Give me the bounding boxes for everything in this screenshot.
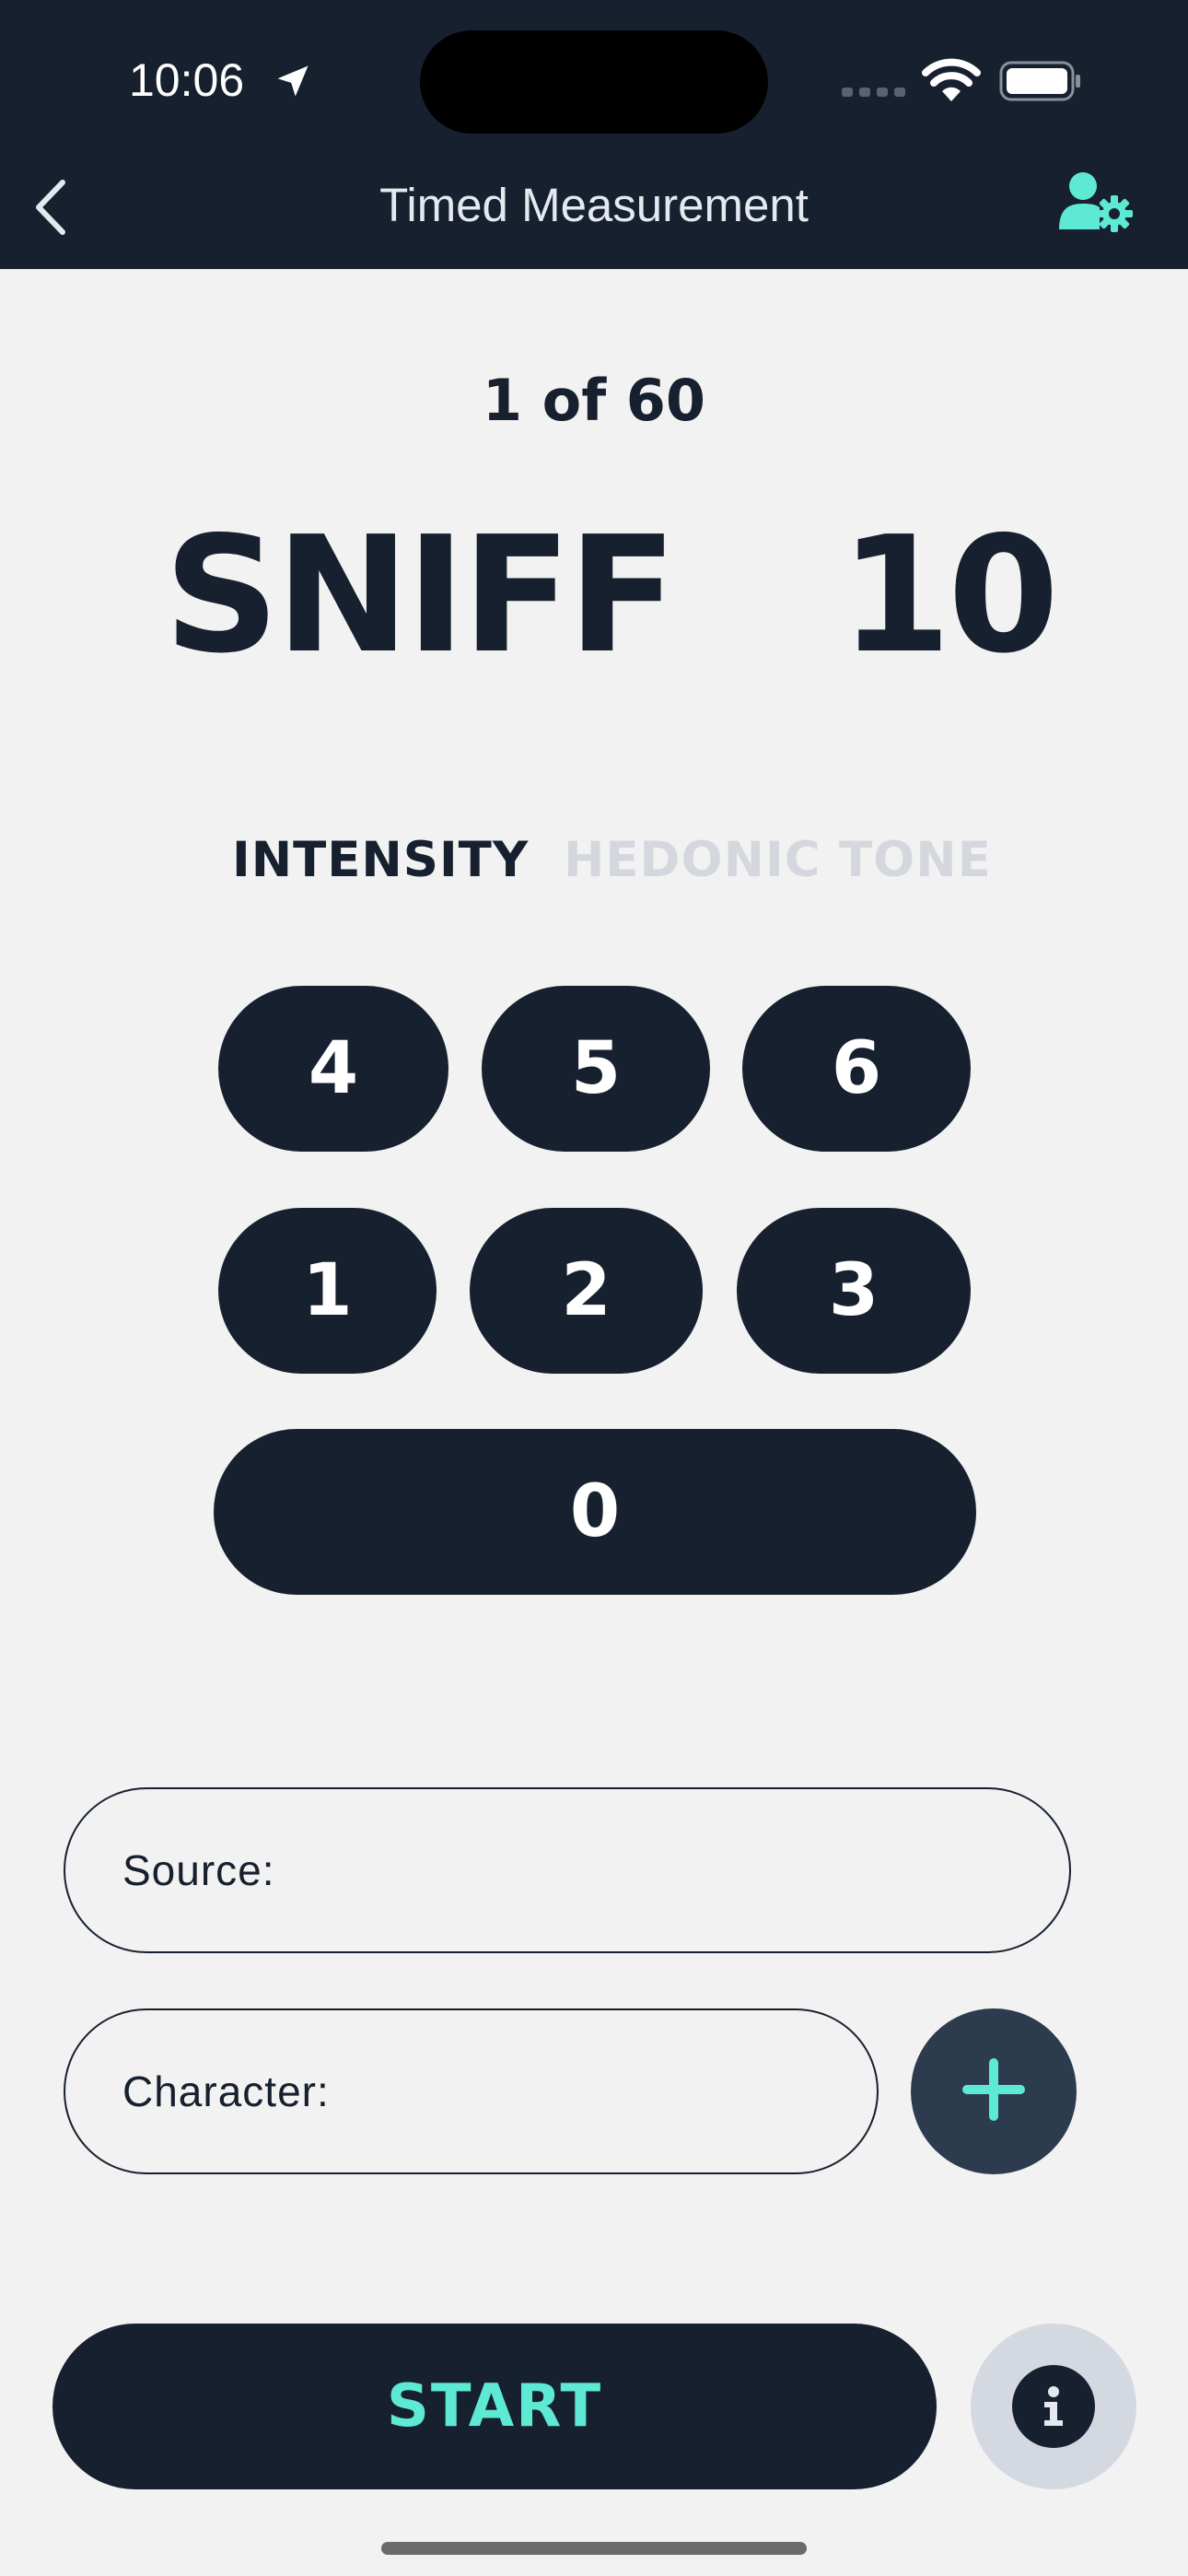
source-input[interactable] [285, 1845, 1069, 1895]
key-2[interactable]: 2 [470, 1208, 703, 1374]
home-indicator [381, 2542, 807, 2555]
plus-icon [959, 2055, 1029, 2128]
app-header: 10:06 Timed Measurement [0, 0, 1188, 269]
cellular-signal-icon [842, 85, 906, 102]
character-label: Character: [122, 2067, 330, 2115]
key-4[interactable]: 4 [218, 986, 448, 1152]
info-button[interactable] [971, 2324, 1136, 2489]
character-input[interactable] [340, 2067, 891, 2116]
key-6[interactable]: 6 [742, 986, 971, 1152]
tab-intensity[interactable]: INTENSITY [232, 832, 529, 888]
location-arrow-icon [273, 61, 313, 105]
status-time: 10:06 [129, 54, 245, 106]
phase-label: SNIFF [164, 502, 677, 689]
source-field[interactable]: Source: [64, 1787, 1071, 1953]
key-3[interactable]: 3 [737, 1208, 971, 1374]
user-settings-icon[interactable] [1059, 170, 1135, 239]
key-5[interactable]: 5 [482, 986, 710, 1152]
wifi-icon [921, 57, 982, 107]
key-1[interactable]: 1 [218, 1208, 437, 1374]
measurement-counter: 1 of 60 [482, 367, 706, 434]
start-button[interactable]: START [52, 2324, 937, 2489]
countdown-seconds: 10 [840, 502, 1059, 689]
dynamic-island [420, 30, 768, 134]
add-character-button[interactable] [911, 2008, 1077, 2174]
source-label: Source: [122, 1846, 275, 1894]
battery-icon [999, 61, 1082, 105]
character-field[interactable]: Character: [64, 2008, 891, 2174]
key-0[interactable]: 0 [214, 1429, 976, 1595]
info-icon [1012, 2365, 1095, 2448]
tab-hedonic-tone[interactable]: HEDONIC TONE [564, 832, 992, 888]
page-title: Timed Measurement [379, 179, 809, 231]
